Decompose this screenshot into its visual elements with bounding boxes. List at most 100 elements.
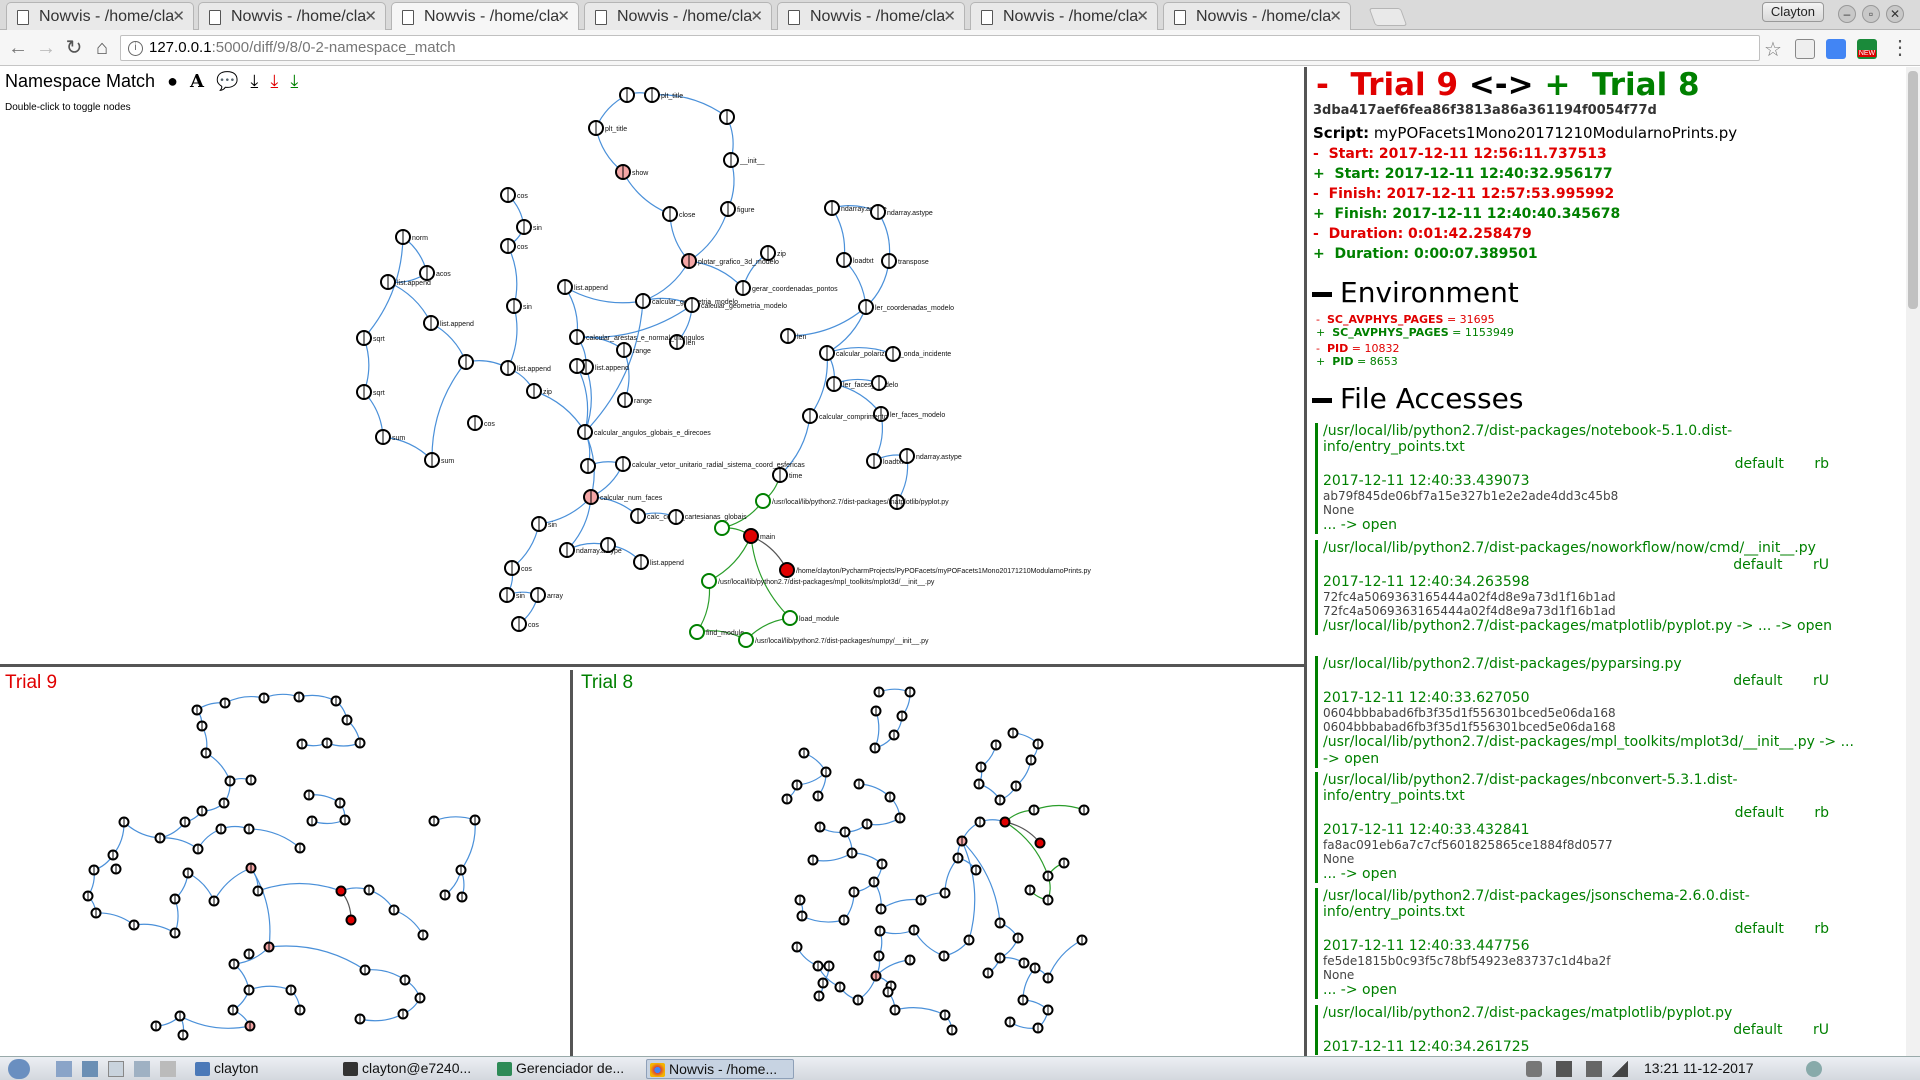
- browser-tab-active[interactable]: Nowvis - /home/cla ✕: [391, 2, 579, 31]
- close-icon[interactable]: ✕: [750, 7, 763, 25]
- graph-node[interactable]: [689, 624, 705, 640]
- home-icon[interactable]: ⌂: [90, 36, 114, 60]
- file-open-trace[interactable]: ... -> open: [1323, 866, 1855, 883]
- file-manager-icon[interactable]: [56, 1061, 72, 1077]
- file-open-trace[interactable]: ... -> open: [1323, 982, 1855, 999]
- collapse-icon[interactable]: [1312, 397, 1332, 403]
- battery-icon[interactable]: [1556, 1061, 1572, 1077]
- graph-node[interactable]: [755, 493, 771, 509]
- graph-node[interactable]: [779, 562, 795, 578]
- graph-node[interactable]: [701, 573, 717, 589]
- file-access-entry[interactable]: /usr/local/lib/python2.7/dist-packages/n…: [1315, 540, 1855, 635]
- graph-node[interactable]: [714, 520, 730, 536]
- window-close-button[interactable]: ✕: [1886, 5, 1904, 23]
- network-icon[interactable]: [134, 1061, 150, 1077]
- document-icon: [402, 10, 414, 25]
- translate-extension-icon[interactable]: [1826, 39, 1846, 59]
- file-path[interactable]: /usr/local/lib/python2.7/dist-packages/n…: [1323, 540, 1855, 556]
- file-path[interactable]: /usr/local/lib/python2.7/dist-packages/j…: [1323, 888, 1855, 920]
- file-path[interactable]: /usr/local/lib/python2.7/dist-packages/n…: [1323, 772, 1855, 804]
- file-hash: None: [1323, 968, 1355, 982]
- browser-tab[interactable]: Nowvis - /home/cla ✕: [1163, 2, 1351, 30]
- start-menu-icon[interactable]: [8, 1059, 30, 1079]
- power-icon[interactable]: [1806, 1061, 1822, 1077]
- taskbar-item[interactable]: clayton: [192, 1059, 332, 1079]
- browser-tab[interactable]: Nowvis - /home/cla ✕: [6, 2, 194, 30]
- browser-tab[interactable]: Nowvis - /home/cla ✕: [198, 2, 386, 30]
- file-access-entry[interactable]: /usr/local/lib/python2.7/dist-packages/j…: [1315, 888, 1855, 999]
- close-icon[interactable]: ✕: [172, 7, 185, 25]
- file-open-trace[interactable]: /usr/local/lib/python2.7/dist-packages/m…: [1323, 734, 1855, 768]
- forward-arrow-icon[interactable]: →: [34, 36, 58, 60]
- volume-icon[interactable]: [1526, 1061, 1542, 1077]
- graph-node[interactable]: [782, 610, 798, 626]
- graph-edge: [393, 909, 424, 936]
- browser-tab[interactable]: Nowvis - /home/cla ✕: [777, 2, 965, 30]
- node-label: range: [633, 348, 651, 355]
- graph-node[interactable]: [738, 632, 754, 648]
- desktop-icon[interactable]: [82, 1061, 98, 1077]
- graph-node[interactable]: [1034, 837, 1046, 849]
- browser-tab[interactable]: Nowvis - /home/cla ✕: [970, 2, 1158, 30]
- taskbar-item[interactable]: clayton@e7240...: [340, 1059, 488, 1079]
- scrollbar-thumb[interactable]: [1908, 71, 1918, 309]
- address-bar[interactable]: i 127.0.0.1:5000/diff/9/8/0-2-namespace_…: [120, 35, 1760, 61]
- system-clock: 13:21 11-12-2017: [1644, 1060, 1754, 1076]
- browser-tab[interactable]: Nowvis - /home/cla ✕: [584, 2, 772, 30]
- file-open-trace[interactable]: ... -> open: [1323, 517, 1855, 534]
- reload-icon[interactable]: ↻: [62, 36, 86, 60]
- close-icon[interactable]: ✕: [364, 7, 377, 25]
- back-arrow-icon[interactable]: ←: [6, 36, 30, 60]
- bookmark-star-icon[interactable]: ☆: [1764, 37, 1782, 62]
- namespace-match-graph[interactable]: Namespace Match ● A 💬 ⤓ ⤓ ⤓ Double-click…: [0, 67, 1306, 667]
- file-open-trace[interactable]: /usr/local/lib/python2.7/dist-packages/m…: [1323, 618, 1855, 635]
- node-label: /usr/local/lib/python2.7/dist-packages/m…: [772, 499, 949, 506]
- folder-icon: [195, 1062, 210, 1076]
- close-icon[interactable]: ✕: [1329, 7, 1342, 25]
- pane-divider[interactable]: [1304, 67, 1307, 1056]
- file-accesses-section-toggle[interactable]: File Accesses: [1312, 382, 1523, 415]
- node-label: calcular_arestas_e_normal_triangulos: [586, 335, 705, 342]
- info-icon[interactable]: i: [128, 41, 143, 56]
- workspace-icon[interactable]: [160, 1061, 176, 1077]
- file-path[interactable]: /usr/local/lib/python2.7/dist-packages/m…: [1323, 1005, 1855, 1021]
- file-path[interactable]: /usr/local/lib/python2.7/dist-packages/n…: [1323, 423, 1855, 455]
- environment-section-toggle[interactable]: Environment: [1312, 276, 1519, 309]
- node-label: sin: [523, 304, 532, 311]
- node-label: sin: [533, 225, 542, 232]
- graph-node[interactable]: [743, 528, 759, 544]
- trial9-graph-svg[interactable]: [0, 670, 573, 1056]
- trial8-graph-pane[interactable]: Trial 8: [576, 670, 1304, 1056]
- graph-edge: [359, 1013, 404, 1022]
- meta-line: + Finish: 2017-12-11 12:40:40.345678: [1313, 206, 1621, 222]
- maximize-button[interactable]: ▫: [1862, 5, 1880, 23]
- file-access-entry[interactable]: /usr/local/lib/python2.7/dist-packages/p…: [1315, 656, 1855, 768]
- printer-icon[interactable]: [1586, 1061, 1602, 1077]
- trial8-graph-svg[interactable]: [576, 670, 1304, 1056]
- close-icon[interactable]: ✕: [557, 7, 570, 25]
- graph-node[interactable]: [335, 885, 347, 897]
- file-access-entry[interactable]: /usr/local/lib/python2.7/dist-packages/n…: [1315, 423, 1855, 534]
- file-path[interactable]: /usr/local/lib/python2.7/dist-packages/p…: [1323, 656, 1855, 672]
- main-graph-svg[interactable]: plt_title plt_title __init__show figure clos…: [0, 67, 1306, 667]
- extension-new-icon[interactable]: NEW: [1857, 39, 1877, 59]
- window-icon[interactable]: [108, 1061, 124, 1077]
- taskbar-item-active[interactable]: Nowvis - /home...: [646, 1059, 794, 1079]
- page-scrollbar[interactable]: [1906, 67, 1920, 1056]
- file-access-entry[interactable]: /usr/local/lib/python2.7/dist-packages/n…: [1315, 772, 1855, 883]
- graph-node[interactable]: [345, 914, 357, 926]
- reader-extension-icon[interactable]: [1795, 39, 1815, 59]
- trial9-graph-pane[interactable]: Trial 9: [0, 670, 573, 1056]
- wifi-signal-icon[interactable]: [1612, 1061, 1628, 1077]
- menu-icon[interactable]: ⋮: [1888, 36, 1912, 60]
- graph-edge: [433, 816, 476, 822]
- graph-node[interactable]: [999, 816, 1011, 828]
- close-icon[interactable]: ✕: [943, 7, 956, 25]
- minimize-button[interactable]: –: [1838, 5, 1856, 23]
- file-access-entry[interactable]: /usr/local/lib/python2.7/dist-packages/m…: [1315, 1005, 1855, 1055]
- new-tab-button[interactable]: [1368, 8, 1408, 26]
- close-icon[interactable]: ✕: [1136, 7, 1149, 25]
- taskbar-item[interactable]: Gerenciador de...: [494, 1059, 642, 1079]
- collapse-icon[interactable]: [1312, 291, 1332, 297]
- profile-button[interactable]: Clayton: [1761, 2, 1824, 22]
